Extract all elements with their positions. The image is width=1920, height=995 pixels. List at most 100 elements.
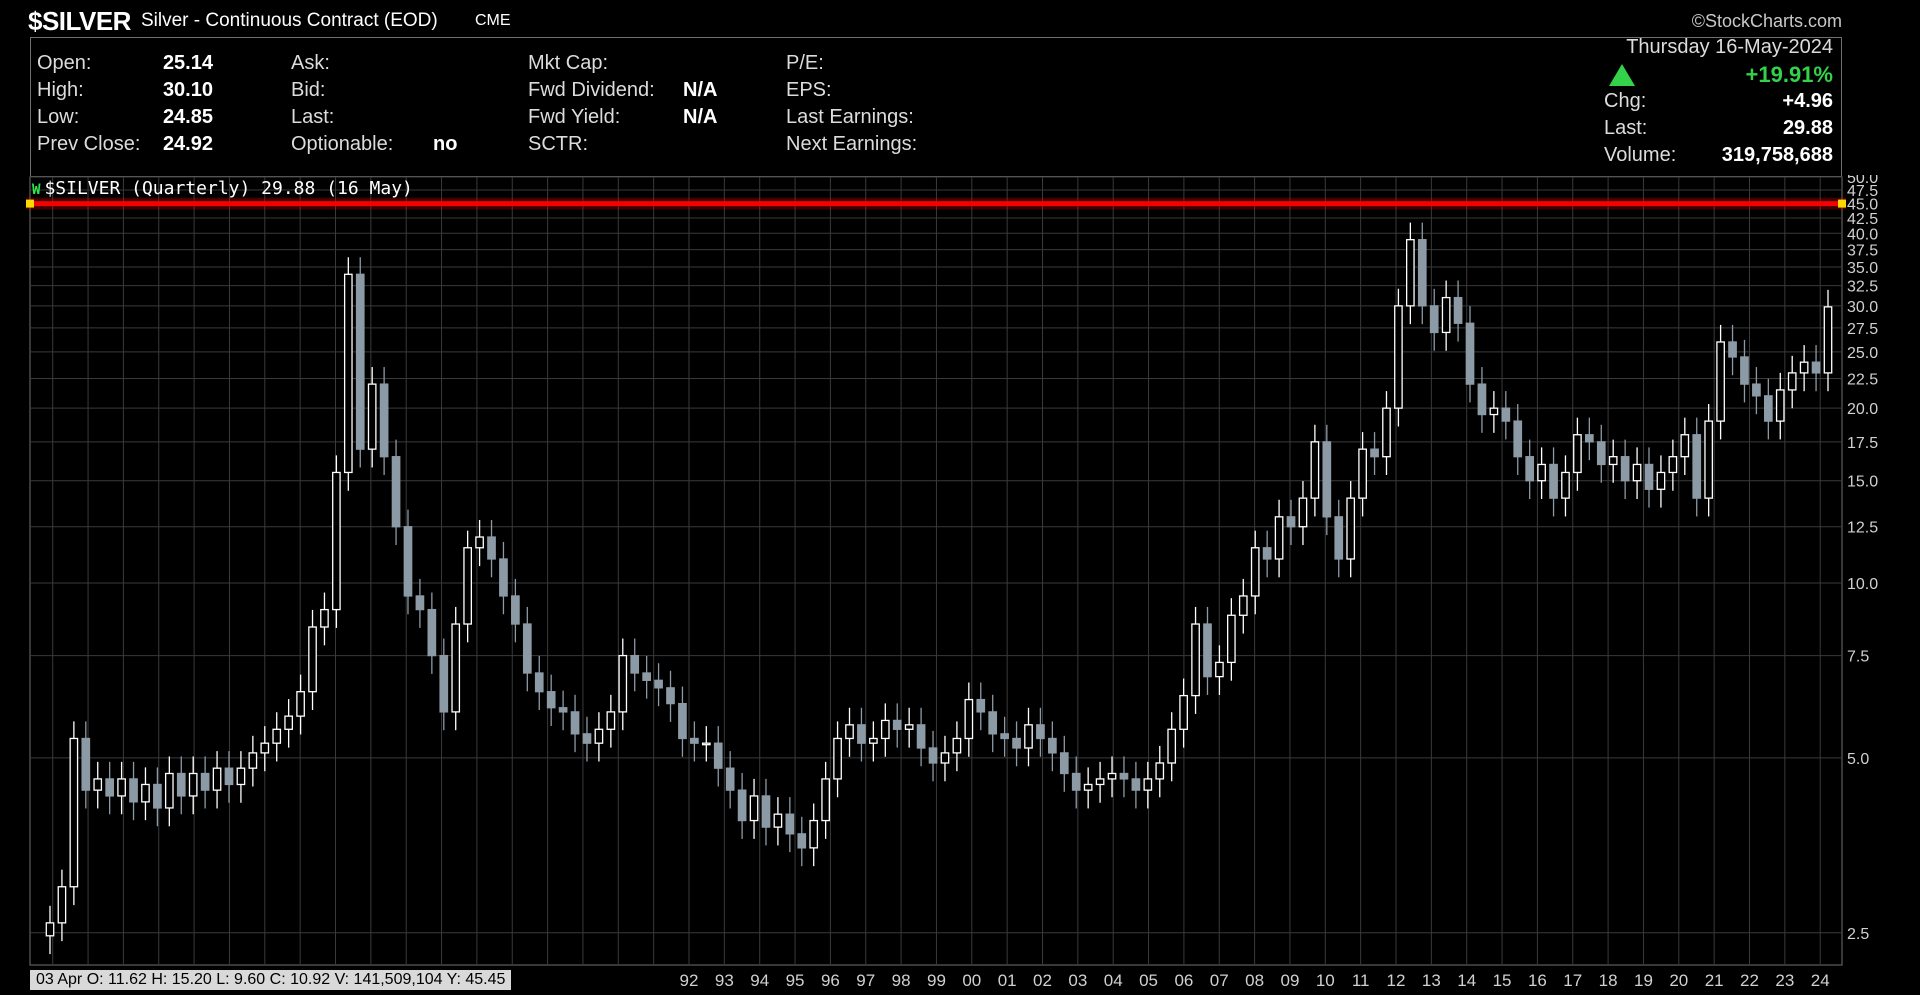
candle-body [511,595,520,625]
candle-body [1429,305,1439,334]
candle-body [1823,306,1833,374]
price-chart[interactable]: 92 93 94 95 96 97 98 99 00 01 02 03 04 05 06 07 08 09 10 11… [0,170,1920,990]
quote-info-box: Open: 25.14 High: 30.10 Low: 24.85 Prev … [30,36,1842,177]
candle-body [1620,456,1630,482]
price-chart-panel[interactable]: 92 93 94 95 96 97 98 99 00 01 02 03 04 05 06 07 08 09 10 11… [0,170,1920,990]
candle-body [188,772,198,797]
candle-body [379,383,389,458]
candle-body [1095,778,1105,786]
candle-body [1107,772,1117,780]
candle-body [1716,341,1725,422]
chg-value: +4.96 [1782,90,1833,112]
chg-label: Chg: [1604,90,1647,112]
candle-body [1728,341,1737,358]
candle-body [594,728,604,744]
candle-body [833,737,842,780]
candle-body [678,702,687,740]
candle-body [1143,778,1153,791]
candle-body [534,672,544,693]
candle-body [1704,420,1714,499]
candle-body [1382,407,1391,458]
candle-body [1310,441,1320,499]
candle-body [797,833,807,849]
candle-body [296,691,305,717]
candle-body [1453,296,1463,324]
bid-label: Bid: [291,79,326,101]
candle-body [1167,728,1177,764]
last-value: 29.88 [1782,117,1833,139]
candle-body [1787,372,1797,391]
candle-body [570,711,580,735]
y-tick-label: 40.0 [1847,226,1878,243]
candle-body [761,795,771,828]
candle-body [1250,547,1260,597]
candle-body [1119,772,1129,780]
ask-label: Ask: [291,52,330,74]
exchange-label: CME [475,12,511,29]
candle-body [1501,407,1511,422]
pe-label: P/E: [786,52,824,74]
fwd-yield-label: Fwd Yield: [528,106,621,128]
candle-body [630,654,640,674]
candle-body [690,737,699,744]
candle-body [1274,516,1284,560]
candle-body [1405,239,1415,307]
candle-body [773,813,783,828]
y-tick-label: 37.5 [1847,243,1878,260]
candle-body [355,273,365,450]
sctr-label: SCTR: [528,133,588,155]
candle-body [1059,752,1069,775]
candle-body [869,737,878,744]
candle-body [200,772,210,791]
last-label-mid: Last: [291,106,335,128]
candle-body [522,623,532,674]
x-axis-bar: 03 Apr O: 11.62 H: 15.20 L: 9.60 C: 10.9… [30,968,1842,990]
candle-body [964,698,974,740]
up-arrow-icon [1609,64,1635,86]
candle-body [1537,463,1546,482]
candle-body [415,595,425,611]
candle-body [1131,778,1141,791]
candle-body [212,767,222,791]
candle-body [1584,434,1594,443]
low-value: 24.85 [162,106,213,128]
candle-body [176,772,186,797]
symbol-description: Silver - Continuous Contract (EOD) [141,10,438,31]
candle-body [164,772,174,809]
candle-body [654,679,663,689]
candle-body [1775,389,1785,422]
candle-body [439,654,449,713]
candle-body [666,687,675,705]
volume-label: Volume: [1604,144,1677,166]
candle-body [1203,623,1212,678]
candle-body [224,767,234,786]
eps-label: EPS: [786,79,832,101]
open-label: Open: [37,52,92,74]
candle-body [1286,516,1296,528]
candle-body [1763,395,1773,422]
candle-body [1465,322,1475,385]
candle-body [1573,434,1582,474]
y-tick-label: 30.0 [1847,299,1878,316]
candle-body [880,719,890,740]
line-handle-left [26,199,34,208]
high-value: 30.10 [162,79,213,101]
candle-body [713,742,723,769]
candle-body [1740,356,1749,385]
candle-body [153,783,162,809]
candle-body [81,737,91,791]
last-earnings-label: Last Earnings: [786,106,914,128]
candle-body [606,711,616,730]
candle-body [1680,434,1690,458]
open-value: 25.14 [162,52,213,74]
candle-body [1513,420,1523,458]
candle-body [1036,724,1045,740]
candle-body [976,698,986,713]
price-icon: W [32,182,41,198]
candle-body [272,728,282,744]
mkt-cap-label: Mkt Cap: [528,52,609,74]
candle-body [1215,661,1224,678]
y-tick-label: 25.0 [1847,345,1878,362]
candle-body [105,778,115,797]
candle-body [821,778,830,822]
